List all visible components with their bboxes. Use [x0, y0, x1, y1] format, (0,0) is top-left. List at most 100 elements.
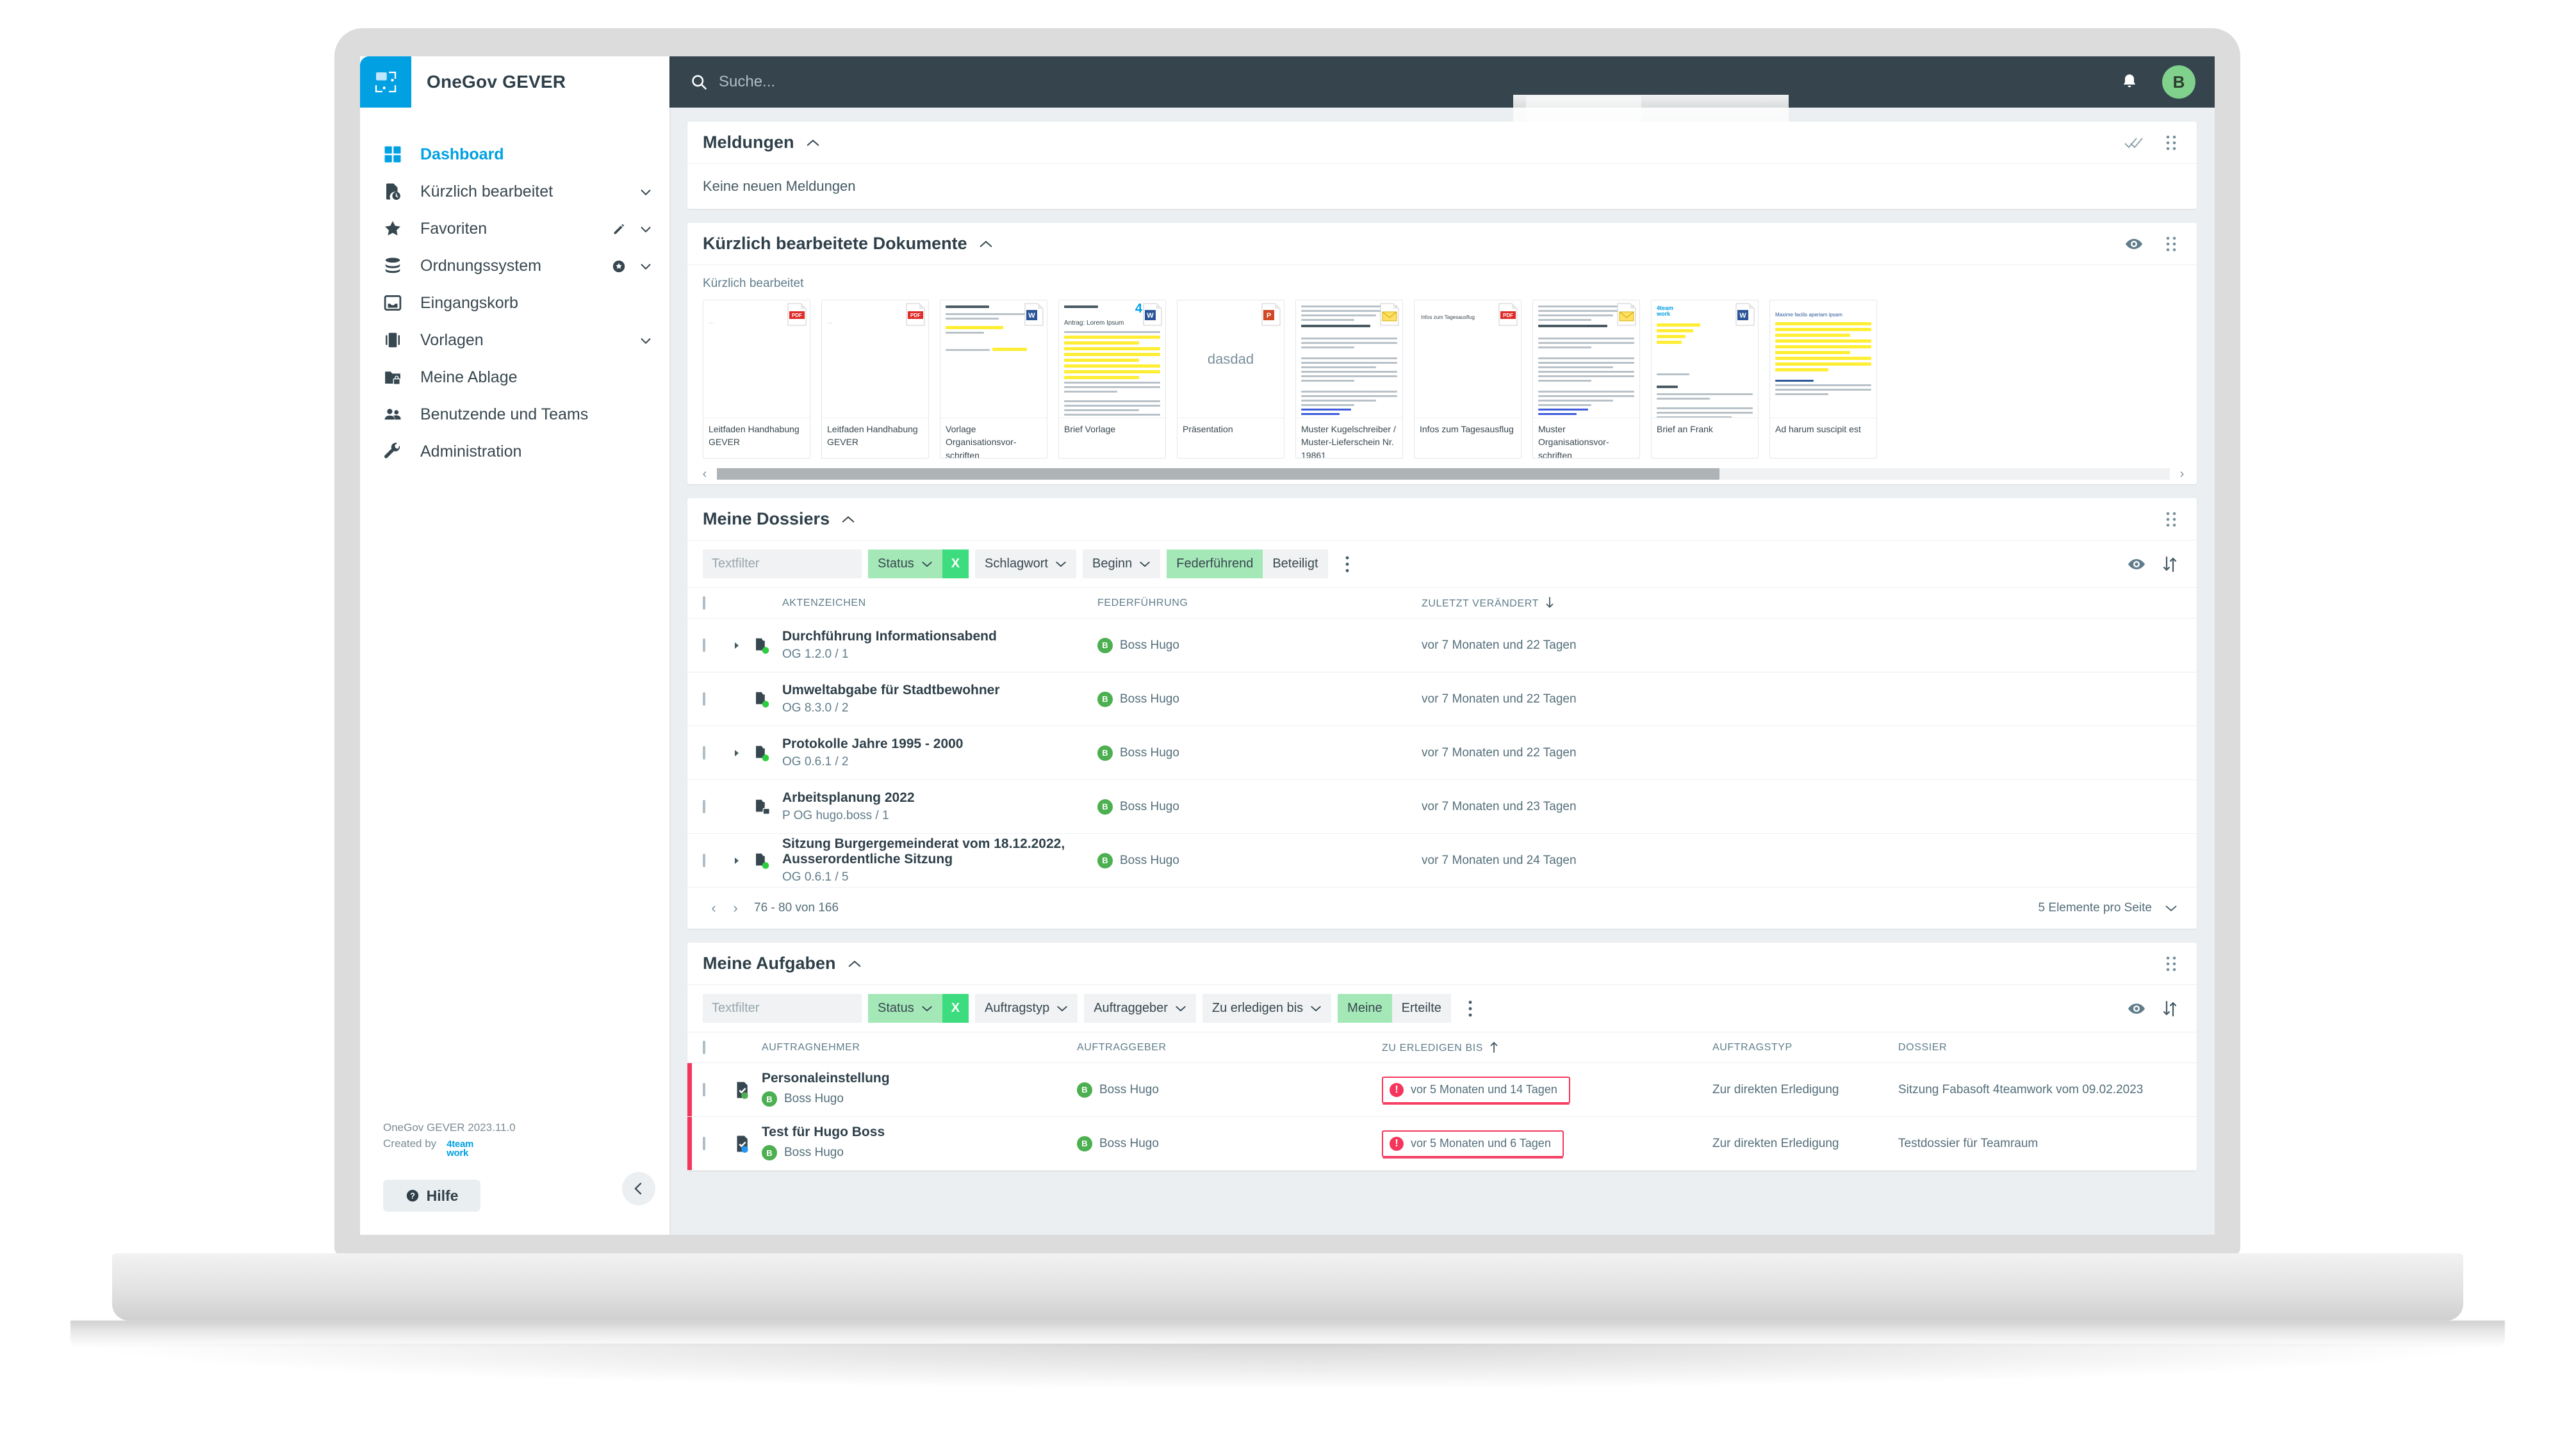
- sort-arrows-icon[interactable]: [2162, 556, 2178, 573]
- drag-grid-icon[interactable]: [2165, 236, 2178, 252]
- more-vertical-icon[interactable]: [1334, 549, 1360, 578]
- row-checkbox[interactable]: [703, 1082, 732, 1096]
- eye-icon[interactable]: [2128, 1002, 2145, 1015]
- scrollbar-track[interactable]: [717, 468, 2170, 480]
- row-checkbox[interactable]: [703, 799, 732, 813]
- row-expander[interactable]: [732, 856, 753, 866]
- avatar[interactable]: B: [2162, 65, 2195, 99]
- dossiers-status-filter[interactable]: Status: [868, 549, 942, 578]
- sidebar-item-meine-ablage[interactable]: Meine Ablage: [360, 359, 669, 396]
- sidebar-item-ordnungssystem[interactable]: Ordnungssystem: [360, 247, 669, 284]
- column-zu-erledigen-bis[interactable]: ZU ERLEDIGEN BIS: [1382, 1041, 1712, 1054]
- sidebar-item-benutzende-und-teams[interactable]: Benutzende und Teams: [360, 396, 669, 433]
- row-expander[interactable]: [732, 748, 753, 758]
- dossiers-toggle-federfuehrend[interactable]: Federführend: [1167, 549, 1263, 578]
- help-button[interactable]: ? Hilfe: [383, 1180, 480, 1212]
- aufgaben-status-filter[interactable]: Status: [868, 994, 942, 1023]
- column-aktenzeichen[interactable]: AKTENZEICHEN: [782, 598, 1097, 609]
- star-badge-icon[interactable]: [612, 259, 625, 273]
- mark-all-read-icon[interactable]: [2124, 135, 2143, 150]
- sidebar-item-eingangskorb[interactable]: Eingangskorb: [360, 284, 669, 321]
- table-row[interactable]: Sitzung Burgergemeinderat vom 18.12.2022…: [687, 834, 2197, 888]
- page-size-selector[interactable]: 5 Elemente pro Seite: [2039, 901, 2178, 915]
- chevron-left-icon[interactable]: ‹: [696, 467, 713, 482]
- dossiers-status-clear-button[interactable]: X: [942, 549, 969, 578]
- chevron-down-icon[interactable]: [639, 334, 652, 346]
- document-card[interactable]: W Vorlage Organisationsvor-schriften: [940, 300, 1047, 459]
- select-all-checkbox[interactable]: [703, 1040, 732, 1054]
- row-title[interactable]: Personaleinstellung: [762, 1071, 1077, 1089]
- row-checkbox[interactable]: [703, 1136, 732, 1150]
- dossiers-toggle-beteiligt[interactable]: Beteiligt: [1263, 549, 1328, 578]
- chevron-down-icon[interactable]: [639, 259, 652, 272]
- document-card[interactable]: PDF ··· Leitfaden Handhabung GEVER: [703, 300, 810, 459]
- search-input[interactable]: [719, 73, 1103, 91]
- dossiers-schlagwort-filter[interactable]: Schlagwort: [975, 549, 1076, 578]
- aufgaben-toggle-erteilte[interactable]: Erteilte: [1391, 994, 1451, 1023]
- eye-icon[interactable]: [2125, 238, 2143, 250]
- row-title[interactable]: Durchführung Informationsabend: [782, 629, 1097, 647]
- row-checkbox[interactable]: [703, 745, 732, 760]
- table-row[interactable]: Umweltabgabe für Stadtbewohner OG 8.3.0 /…: [687, 672, 2197, 726]
- aufgaben-auftraggeber-filter[interactable]: Auftraggeber: [1084, 994, 1196, 1023]
- chevron-up-icon[interactable]: [979, 240, 993, 248]
- brand[interactable]: OneGov GEVER: [360, 56, 669, 108]
- document-card[interactable]: 4 W Antrag: Lorem Ipsum Brief Vorlage: [1058, 300, 1166, 459]
- row-title[interactable]: Protokolle Jahre 1995 - 2000: [782, 736, 1097, 755]
- document-card[interactable]: Muster Organisationsvor-schriften: [1532, 300, 1640, 459]
- pencil-icon[interactable]: [612, 222, 625, 235]
- sidebar-item-dashboard[interactable]: Dashboard: [360, 136, 669, 173]
- column-federfuehrung[interactable]: FEDERFÜHRUNG: [1097, 598, 1422, 609]
- select-all-checkbox[interactable]: [703, 596, 732, 610]
- document-card[interactable]: PDF ··· Leitfaden Handhabung GEVER: [821, 300, 929, 459]
- row-checkbox[interactable]: [703, 692, 732, 706]
- global-search[interactable]: [690, 73, 2120, 91]
- chevron-right-icon[interactable]: ›: [725, 900, 746, 916]
- column-auftragnehmer[interactable]: AUFTRAGNEHMER: [762, 1042, 1077, 1053]
- aufgaben-auftragstyp-filter[interactable]: Auftragstyp: [975, 994, 1078, 1023]
- chevron-left-icon[interactable]: ‹: [703, 900, 725, 916]
- carousel-scrollbar[interactable]: ‹ ›: [687, 464, 2197, 484]
- row-expander[interactable]: [732, 640, 753, 651]
- table-row[interactable]: Test für Hugo Boss B Boss Hugo B Boss Hugo! v…: [687, 1117, 2197, 1171]
- sidebar-item-favoriten[interactable]: Favoriten: [360, 210, 669, 247]
- aufgaben-toggle-meine[interactable]: Meine: [1338, 994, 1392, 1023]
- table-row[interactable]: Arbeitsplanung 2022 P OG hugo.boss / 1 B Bo…: [687, 780, 2197, 834]
- document-card[interactable]: Pdasdad Präsentation: [1177, 300, 1284, 459]
- column-auftraggeber[interactable]: AUFTRAGGEBER: [1077, 1042, 1382, 1053]
- dossiers-beginn-filter[interactable]: Beginn: [1082, 549, 1161, 578]
- notification-bell-icon[interactable]: [2120, 72, 2139, 92]
- more-vertical-icon[interactable]: [1457, 994, 1483, 1023]
- drag-grid-icon[interactable]: [2165, 511, 2178, 528]
- row-checkbox[interactable]: [703, 638, 732, 652]
- dossiers-textfilter-input[interactable]: [703, 549, 862, 578]
- sidebar-item-administration[interactable]: Administration: [360, 433, 669, 470]
- sidebar-item-vorlagen[interactable]: Vorlagen: [360, 321, 669, 359]
- chevron-up-icon[interactable]: [806, 138, 820, 147]
- document-card[interactable]: Maxime facilis aperiam ipsam Ad harum sus…: [1769, 300, 1877, 459]
- document-card[interactable]: W 4team work Brief an Frank: [1651, 300, 1759, 459]
- row-title[interactable]: Test für Hugo Boss: [762, 1125, 1077, 1143]
- chevron-down-icon[interactable]: [639, 222, 652, 235]
- column-dossier[interactable]: DOSSIER: [1898, 1042, 2181, 1053]
- aufgaben-faellig-filter[interactable]: Zu erledigen bis: [1202, 994, 1332, 1023]
- row-title[interactable]: Sitzung Burgergemeinderat vom 18.12.2022…: [782, 836, 1097, 870]
- column-auftragstyp[interactable]: AUFTRAGSTYP: [1712, 1042, 1898, 1053]
- sidebar-item-kuerzlich-bearbeitet[interactable]: Kürzlich bearbeitet: [360, 173, 669, 210]
- chevron-up-icon[interactable]: [841, 515, 855, 524]
- table-row[interactable]: Personaleinstellung B Boss Hugo B Boss Hugo!…: [687, 1063, 2197, 1117]
- document-card[interactable]: PDF Infos zum Tagesausflug Infos zum Tages…: [1414, 300, 1522, 459]
- row-title[interactable]: Arbeitsplanung 2022: [782, 790, 1097, 809]
- aufgaben-textfilter-input[interactable]: [703, 994, 862, 1023]
- sidebar-collapse-button[interactable]: [622, 1172, 655, 1205]
- document-carousel[interactable]: PDF ··· Leitfaden Handhabung GEVER PDF ··· Le…: [687, 291, 2197, 464]
- aufgaben-status-clear-button[interactable]: X: [942, 994, 969, 1023]
- chevron-down-icon[interactable]: [639, 185, 652, 198]
- drag-grid-icon[interactable]: [2165, 134, 2178, 151]
- table-row[interactable]: Durchführung Informationsabend OG 1.2.0 /…: [687, 619, 2197, 672]
- sort-arrows-icon[interactable]: [2162, 1000, 2178, 1017]
- scrollbar-thumb[interactable]: [717, 468, 1719, 480]
- row-title[interactable]: Umweltabgabe für Stadtbewohner: [782, 683, 1097, 701]
- table-row[interactable]: Protokolle Jahre 1995 - 2000 OG 0.6.1 / 2…: [687, 726, 2197, 780]
- drag-grid-icon[interactable]: [2165, 956, 2178, 972]
